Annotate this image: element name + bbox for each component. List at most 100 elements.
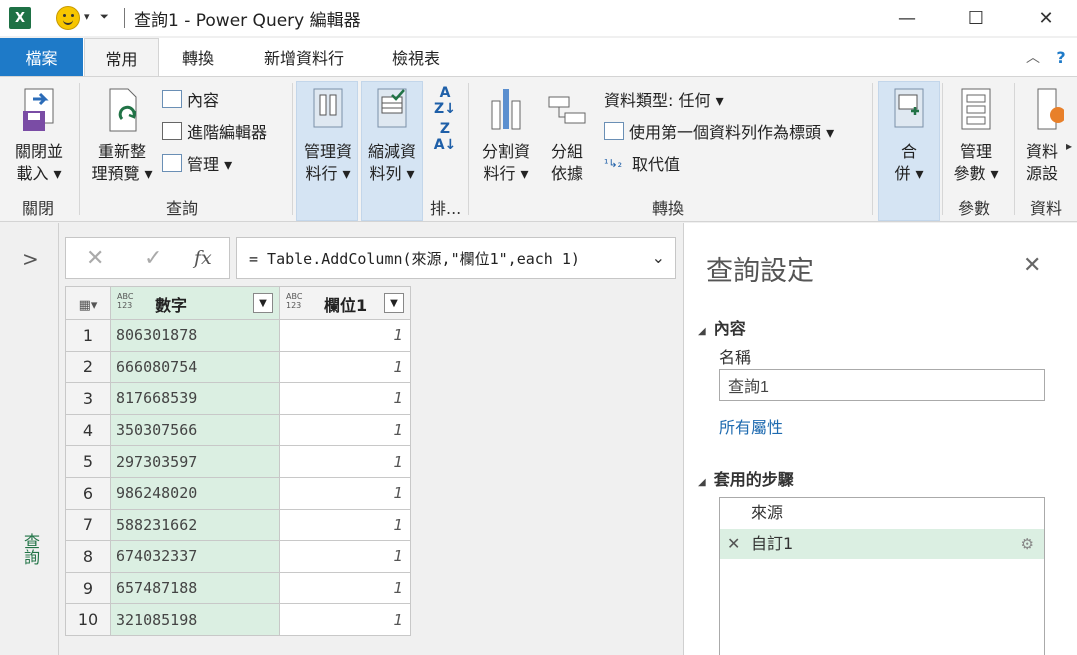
- tab-file[interactable]: 檔案: [0, 38, 83, 76]
- close-load-button[interactable]: 關閉並 載入 ▾: [8, 85, 70, 185]
- column-header-field1[interactable]: ABC 123 欄位1 ▼: [279, 286, 411, 320]
- step-source[interactable]: 來源: [720, 498, 1044, 528]
- properties-button[interactable]: 內容: [162, 87, 219, 111]
- row-number[interactable]: 1: [65, 319, 111, 352]
- manage-columns-button[interactable]: 管理資 料行 ▾: [298, 85, 358, 185]
- advanced-editor-button[interactable]: 進階編輯器: [162, 119, 267, 143]
- filter-dropdown-icon[interactable]: ▼: [384, 293, 404, 313]
- delete-step-icon[interactable]: ✕: [727, 529, 740, 559]
- row-number[interactable]: 8: [65, 540, 111, 573]
- cell[interactable]: 986248020: [110, 476, 280, 510]
- row-number[interactable]: 5: [65, 445, 111, 478]
- tab-view[interactable]: 檢視表: [372, 38, 460, 76]
- cell[interactable]: 657487188: [110, 571, 280, 605]
- cell[interactable]: 1: [279, 540, 411, 573]
- advanced-editor-icon: [162, 122, 182, 140]
- close-load-icon: [23, 88, 54, 131]
- applied-steps-label: 套用的步驟: [713, 470, 794, 489]
- customize-toolbar-icon[interactable]: ⏷: [100, 10, 109, 24]
- type-any-icon[interactable]: ABC 123: [117, 292, 133, 310]
- cell[interactable]: 1: [279, 382, 411, 415]
- sort-ascending-button[interactable]: A Z↓: [432, 85, 458, 117]
- split-column-icon: [491, 89, 521, 130]
- data-type-dropdown[interactable]: 資料類型: 任何 ▾: [604, 87, 724, 111]
- minimize-button[interactable]: —: [884, 0, 930, 36]
- close-button[interactable]: ✕: [1023, 0, 1069, 36]
- row-number[interactable]: 7: [65, 508, 111, 542]
- cell[interactable]: 1: [279, 476, 411, 510]
- tab-transform[interactable]: 轉換: [162, 38, 234, 76]
- data-source-settings-button[interactable]: 資料 源設: [1018, 85, 1066, 185]
- cell[interactable]: 1: [279, 413, 411, 447]
- step-custom1[interactable]: ✕ 自訂1 ⚙: [720, 529, 1044, 559]
- cell[interactable]: 297303597: [110, 445, 280, 478]
- properties-section-label: 內容: [713, 319, 746, 338]
- row-number[interactable]: 4: [65, 413, 111, 447]
- row-number[interactable]: 2: [65, 350, 111, 384]
- cell[interactable]: 588231662: [110, 508, 280, 542]
- commit-icon[interactable]: ✓: [144, 246, 162, 271]
- combine-button[interactable]: 合 併 ▾: [880, 85, 938, 185]
- tab-add-column[interactable]: 新增資料行: [240, 38, 368, 76]
- formula-text[interactable]: = Table.AddColumn(來源,"欄位1",each 1): [249, 248, 580, 269]
- query-settings-pane: 查詢設定 ✕ 內容 名稱 所有屬性 套用的步驟 來源 ✕ 自訂1 ⚙: [683, 223, 1077, 655]
- close-icon[interactable]: ✕: [1023, 253, 1041, 278]
- refresh-label-1: 重新整: [97, 142, 146, 161]
- manage-parameters-label-1: 管理: [959, 142, 992, 161]
- cell[interactable]: 1: [279, 350, 411, 384]
- replace-values-button[interactable]: ¹↳₂ 取代值: [604, 151, 680, 175]
- formula-bar[interactable]: = Table.AddColumn(來源,"欄位1",each 1) ⌄: [236, 237, 676, 279]
- split-column-button[interactable]: 分割資 料行 ▾: [476, 85, 536, 185]
- row-number[interactable]: 3: [65, 382, 111, 415]
- refresh-preview-button[interactable]: 重新整 理預覽 ▾: [86, 85, 158, 185]
- smiley-feedback-icon[interactable]: [56, 6, 80, 30]
- properties-section-header[interactable]: 內容: [698, 315, 746, 339]
- expand-queries-icon[interactable]: >: [22, 247, 39, 271]
- column-name: 數字: [155, 296, 188, 315]
- all-properties-link[interactable]: 所有屬性: [719, 414, 783, 438]
- reduce-rows-button[interactable]: 縮減資 料列 ▾: [362, 85, 422, 185]
- applied-steps-section-header[interactable]: 套用的步驟: [698, 466, 794, 490]
- data-source-settings-icon: [1037, 88, 1066, 130]
- queries-pane-label[interactable]: 查詢: [18, 533, 42, 565]
- gear-icon[interactable]: ⚙: [1021, 529, 1034, 559]
- fx-icon[interactable]: fx: [194, 247, 212, 269]
- column-header-digits[interactable]: ABC 123 數字 ▼: [110, 286, 280, 320]
- query-name-input[interactable]: [719, 369, 1045, 401]
- cancel-icon[interactable]: ✕: [86, 246, 104, 271]
- cell[interactable]: 817668539: [110, 382, 280, 415]
- row-number[interactable]: 10: [65, 603, 111, 636]
- row-number[interactable]: 6: [65, 476, 111, 510]
- row-number[interactable]: 9: [65, 571, 111, 605]
- table-menu-button[interactable]: ▦▾: [65, 286, 111, 320]
- manage-parameters-icon: [961, 88, 991, 130]
- cell[interactable]: 674032337: [110, 540, 280, 573]
- ribbon-scroll-right-icon[interactable]: ▸: [1066, 139, 1072, 153]
- sort-descending-button[interactable]: Z A↓: [432, 121, 458, 153]
- type-any-icon[interactable]: ABC 123: [286, 292, 302, 310]
- chevron-down-icon[interactable]: ▾: [84, 10, 90, 23]
- cell[interactable]: 1: [279, 603, 411, 636]
- cell[interactable]: 1: [279, 319, 411, 352]
- cell[interactable]: 1: [279, 445, 411, 478]
- cell[interactable]: 806301878: [110, 319, 280, 352]
- tab-home[interactable]: 常用: [84, 38, 159, 76]
- cell[interactable]: 666080754: [110, 350, 280, 384]
- query-settings-title: 查詢設定: [706, 256, 814, 287]
- group-by-button[interactable]: 分組 依據: [542, 85, 592, 185]
- excel-icon[interactable]: X: [9, 7, 31, 29]
- cell[interactable]: 321085198: [110, 603, 280, 636]
- use-first-row-button[interactable]: 使用第一個資料列作為標頭 ▾: [604, 119, 834, 143]
- expand-formula-icon[interactable]: ⌄: [652, 248, 665, 267]
- cell[interactable]: 1: [279, 571, 411, 605]
- manage-button[interactable]: 管理 ▾: [162, 151, 232, 175]
- filter-dropdown-icon[interactable]: ▼: [253, 293, 273, 313]
- cell[interactable]: 1: [279, 508, 411, 542]
- cell[interactable]: 350307566: [110, 413, 280, 447]
- table-row: 4 350307566 1: [65, 413, 411, 447]
- group-by-label-2: 依據: [550, 164, 583, 183]
- help-icon[interactable]: ?: [1046, 38, 1076, 76]
- collapse-ribbon-icon[interactable]: ︿: [1018, 38, 1048, 76]
- maximize-button[interactable]: ☐: [953, 0, 999, 36]
- manage-parameters-button[interactable]: 管理 參數 ▾: [946, 85, 1006, 185]
